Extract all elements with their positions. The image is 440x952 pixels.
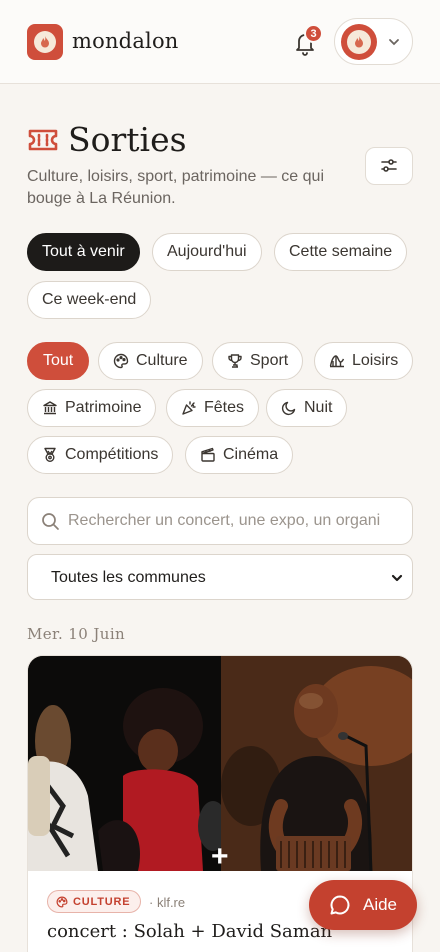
chip-label: Cinéma [223, 446, 279, 463]
search-input[interactable] [68, 498, 403, 544]
rollercoaster-icon [329, 355, 345, 368]
search-icon [42, 513, 59, 530]
commune-select-value: Toutes les communes [51, 569, 206, 586]
page-title: Sorties [68, 120, 187, 159]
chip-label: Compétitions [65, 446, 159, 463]
moon-icon [281, 401, 296, 416]
time-filter-this-week[interactable]: Cette semaine [274, 233, 408, 271]
chip-label: Tout [43, 352, 74, 369]
commune-select[interactable]: Toutes les communes [27, 554, 413, 600]
category-filter-competitions[interactable]: Compétitions [27, 436, 174, 474]
ticket-icon [28, 129, 58, 151]
chip-label: Cette semaine [289, 243, 393, 260]
chevron-down-icon [391, 574, 403, 582]
event-image-artist-1 [28, 656, 221, 871]
category-filter-night[interactable]: Nuit [266, 389, 348, 427]
chip-label: Fêtes [204, 399, 245, 416]
clapperboard-icon [201, 447, 215, 462]
chip-label: Tout à venir [42, 243, 125, 260]
page-subtitle: Culture, loisirs, sport, patrimoine — ce… [27, 168, 324, 207]
account-menu-button[interactable] [334, 18, 413, 65]
help-label: Aide [362, 895, 398, 914]
palette-icon [56, 896, 68, 907]
category-filter-heritage[interactable]: Patrimoine [27, 389, 157, 427]
chip-label: Loisirs [352, 352, 399, 369]
category-filter-culture[interactable]: Culture [98, 342, 203, 380]
brand-name[interactable]: mondalon [72, 29, 179, 53]
notification-count-badge: 3 [304, 24, 323, 43]
time-filter-weekend[interactable]: Ce week-end [27, 281, 152, 319]
time-filter-today[interactable]: Aujourd'hui [152, 233, 262, 271]
chip-label: Nuit [304, 399, 333, 416]
chip-label: Patrimoine [65, 399, 142, 416]
event-image-artist-2 [221, 656, 412, 871]
category-filter-festivals[interactable]: Fêtes [166, 389, 260, 427]
chat-bubble-icon [330, 895, 350, 915]
plus-icon: + [211, 840, 229, 873]
trophy-icon [228, 354, 242, 368]
chip-label: Aujourd'hui [167, 243, 247, 260]
event-title[interactable]: concert : Solah + David Saman [47, 921, 332, 942]
logo[interactable] [27, 24, 63, 60]
help-button[interactable]: Aide [309, 880, 417, 930]
party-popper-icon [182, 401, 196, 415]
event-category-label: CULTURE [73, 895, 131, 908]
search-bar [27, 497, 413, 545]
event-source[interactable]: · klf.re [149, 895, 185, 910]
event-category-badge: CULTURE [47, 890, 142, 913]
chevron-down-icon [389, 39, 399, 46]
logo-flame-icon [34, 31, 56, 53]
category-filter-sport[interactable]: Sport [212, 342, 304, 380]
chip-label: Sport [250, 352, 289, 369]
sliders-icon [381, 159, 397, 172]
top-header: mondalon 3 [0, 0, 440, 84]
landmark-icon [43, 401, 57, 415]
chip-label: Culture [136, 352, 188, 369]
palette-icon [113, 353, 129, 369]
category-filter-cinema[interactable]: Cinéma [185, 436, 294, 474]
date-group-heading: Mer. 10 Juin [27, 625, 126, 643]
category-filter-leisure[interactable]: Loisirs [314, 342, 414, 380]
medal-icon [44, 447, 56, 462]
chip-label: Ce week-end [42, 291, 137, 308]
category-filter-all[interactable]: Tout [27, 342, 90, 380]
avatar [341, 24, 377, 60]
time-filter-all-upcoming[interactable]: Tout à venir [27, 233, 140, 271]
filters-button[interactable] [365, 147, 413, 185]
